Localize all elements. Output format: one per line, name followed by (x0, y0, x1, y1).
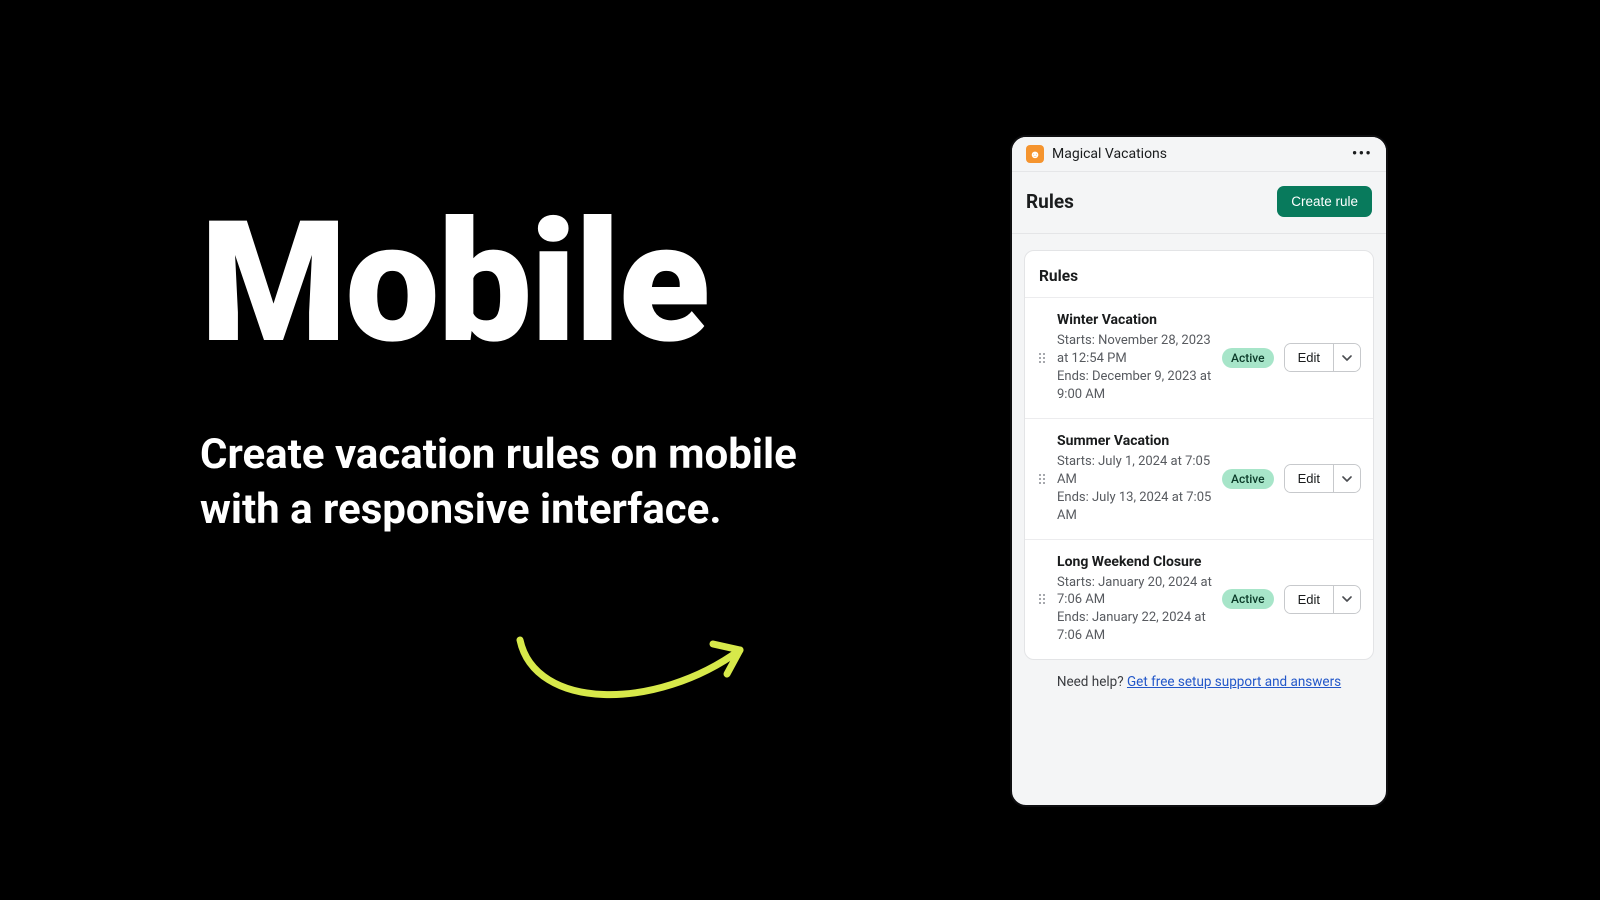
promo-headline: Mobile (200, 200, 840, 368)
edit-button-group: Edit (1284, 585, 1361, 614)
rule-title: Long Weekend Closure (1057, 554, 1212, 570)
rule-starts: Starts: July 1, 2024 at 7:05 AM (1057, 453, 1212, 489)
status-badge: Active (1222, 589, 1274, 609)
rule-row: Summer Vacation Starts: July 1, 2024 at … (1025, 418, 1373, 539)
page-title: Rules (1026, 190, 1074, 213)
rule-title: Winter Vacation (1057, 312, 1212, 328)
help-text: Need help? Get free setup support and an… (1012, 660, 1386, 690)
app-logo-icon: ☻ (1026, 145, 1044, 163)
edit-dropdown-button[interactable] (1333, 465, 1360, 492)
more-icon[interactable]: ••• (1352, 146, 1372, 163)
rule-ends: Ends: July 13, 2024 at 7:05 AM (1057, 489, 1212, 525)
edit-button-group: Edit (1284, 343, 1361, 372)
edit-button[interactable]: Edit (1285, 344, 1333, 371)
edit-button[interactable]: Edit (1285, 586, 1333, 613)
rule-starts: Starts: November 28, 2023 at 12:54 PM (1057, 332, 1212, 368)
chevron-down-icon (1342, 476, 1352, 482)
drag-handle-icon[interactable] (1037, 594, 1047, 604)
edit-dropdown-button[interactable] (1333, 344, 1360, 371)
rule-row: Winter Vacation Starts: November 28, 202… (1025, 297, 1373, 418)
chevron-down-icon (1342, 596, 1352, 602)
rule-title: Summer Vacation (1057, 433, 1212, 449)
status-badge: Active (1222, 469, 1274, 489)
help-link[interactable]: Get free setup support and answers (1127, 674, 1341, 690)
page-header: Rules Create rule (1012, 172, 1386, 234)
drag-handle-icon[interactable] (1037, 353, 1047, 363)
chevron-down-icon (1342, 355, 1352, 361)
rule-starts: Starts: January 20, 2024 at 7:06 AM (1057, 574, 1212, 610)
rules-section-title: Rules (1025, 251, 1373, 297)
rule-ends: Ends: December 9, 2023 at 9:00 AM (1057, 368, 1212, 404)
curved-arrow-icon (505, 620, 775, 720)
create-rule-button[interactable]: Create rule (1277, 186, 1372, 217)
app-header: ☻ Magical Vacations ••• (1012, 137, 1386, 172)
mobile-mock: ☻ Magical Vacations ••• Rules Create rul… (1010, 135, 1388, 807)
drag-handle-icon[interactable] (1037, 474, 1047, 484)
app-title: Magical Vacations (1052, 146, 1344, 162)
help-prefix: Need help? (1057, 674, 1127, 690)
rule-ends: Ends: January 22, 2024 at 7:06 AM (1057, 609, 1212, 645)
edit-button-group: Edit (1284, 464, 1361, 493)
edit-button[interactable]: Edit (1285, 465, 1333, 492)
edit-dropdown-button[interactable] (1333, 586, 1360, 613)
rule-row: Long Weekend Closure Starts: January 20,… (1025, 539, 1373, 660)
promo-subhead: Create vacation rules on mobile with a r… (200, 428, 840, 537)
rules-card: Rules Winter Vacation Starts: November 2… (1024, 250, 1374, 660)
status-badge: Active (1222, 348, 1274, 368)
